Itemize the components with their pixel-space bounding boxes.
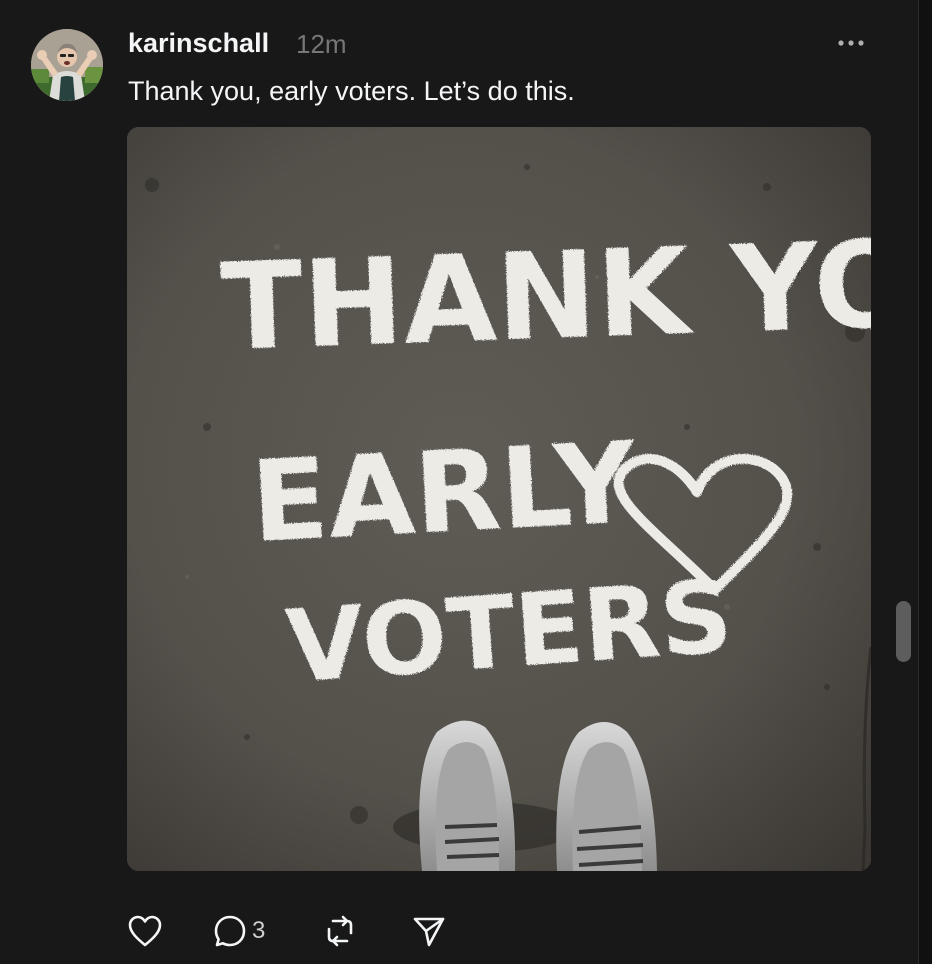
heart-icon	[128, 915, 162, 947]
post-image[interactable]: THANK YOU EARLY VOTERS	[127, 127, 871, 871]
chalk-sidewalk-photo: THANK YOU EARLY VOTERS	[127, 127, 871, 871]
repost-button[interactable]	[322, 908, 362, 954]
repost-icon	[327, 915, 353, 947]
chalk-line-1: THANK YOU	[219, 212, 871, 379]
share-button[interactable]	[411, 908, 451, 954]
scrollbar-thumb[interactable]	[896, 601, 911, 662]
like-button[interactable]	[127, 908, 167, 954]
more-options-button[interactable]	[832, 30, 870, 56]
threads-feed-viewport: karinschall 12m Thank you, early voters.…	[0, 0, 932, 964]
comment-icon	[214, 915, 246, 947]
ellipsis-icon	[838, 40, 864, 46]
post-caption: Thank you, early voters. Let’s do this.	[128, 76, 575, 106]
author-avatar[interactable]	[31, 29, 103, 101]
chalk-line-2: EARLY	[248, 418, 641, 568]
send-icon	[413, 917, 445, 947]
reply-button[interactable]: 3	[212, 908, 282, 954]
feed-column: karinschall 12m Thank you, early voters.…	[0, 0, 918, 964]
outer-rail	[919, 0, 932, 964]
author-username[interactable]: karinschall	[128, 26, 269, 60]
reply-count: 3	[252, 917, 266, 944]
post-timestamp[interactable]: 12m	[296, 28, 347, 60]
avatar-photo	[31, 29, 103, 101]
